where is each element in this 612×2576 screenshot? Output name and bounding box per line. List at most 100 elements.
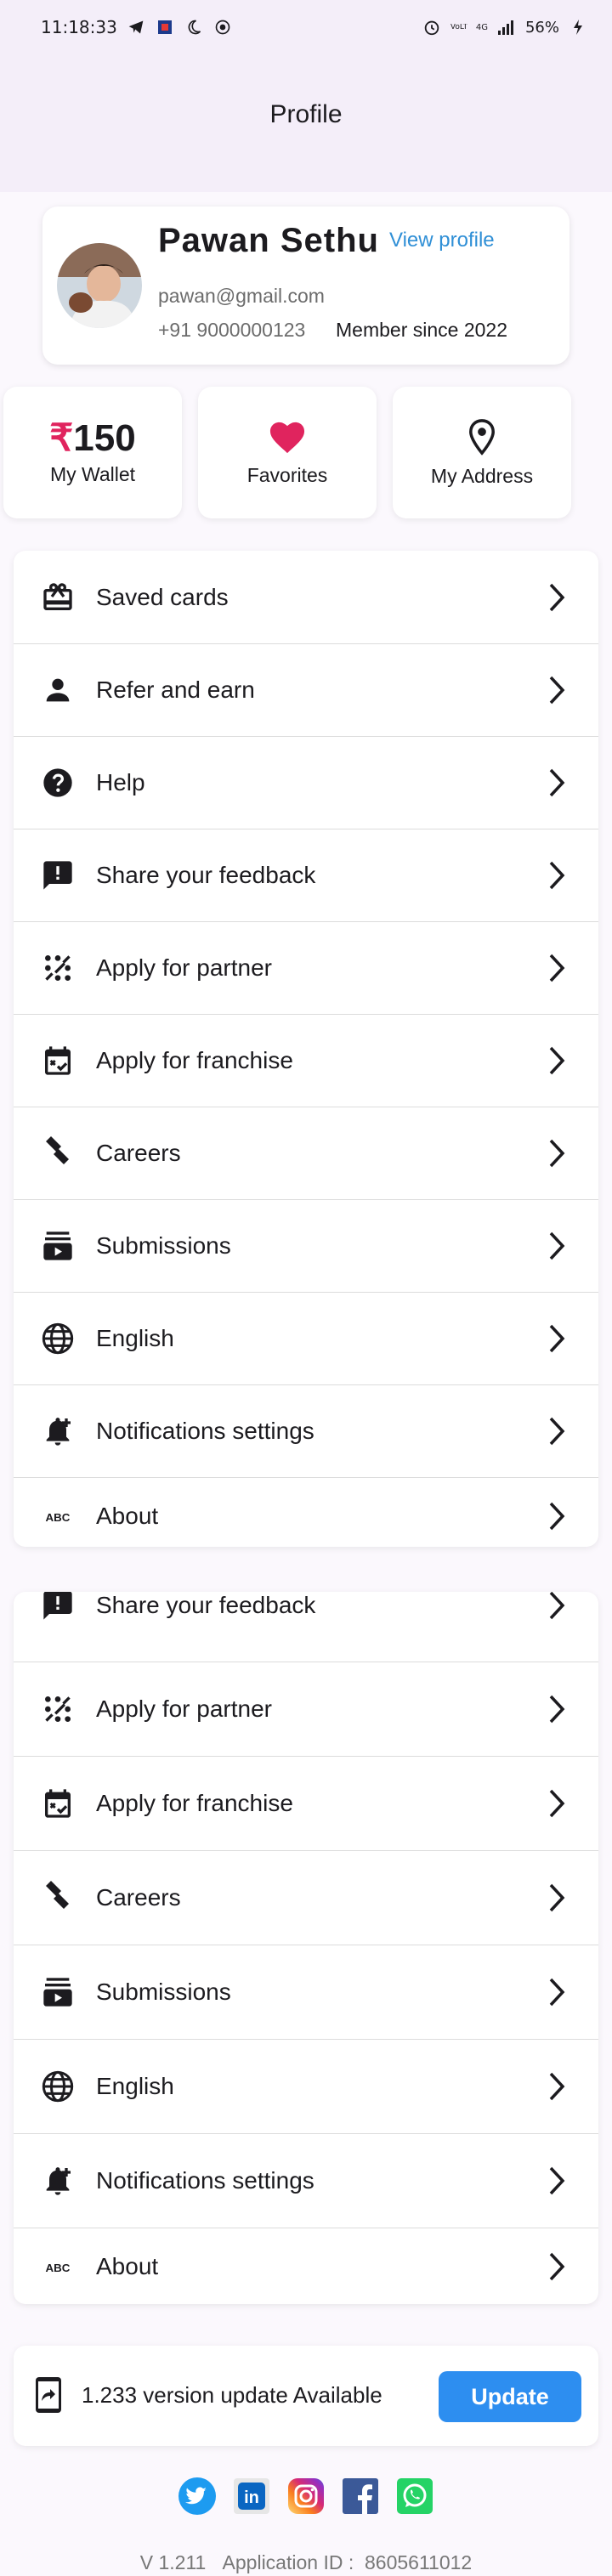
menu-card-secondary: Share your feedback Apply for partner Appl…: [14, 1592, 598, 2304]
chevron-right-icon: [544, 1592, 570, 1622]
menu-item-label: Refer and earn: [96, 677, 255, 703]
menu-item-label: Saved cards: [96, 583, 229, 610]
address-label: My Address: [430, 464, 534, 487]
menu-item-help[interactable]: Help: [14, 737, 598, 829]
svg-text:in: in: [244, 2488, 259, 2507]
menu-item-label: Notifications settings: [96, 1418, 314, 1444]
app-icon: [155, 17, 175, 37]
menu-item-notifications-settings[interactable]: Notifications settings: [14, 2134, 598, 2228]
menu-item-label: Apply for partner: [96, 1696, 272, 1722]
instagram-icon[interactable]: [286, 2477, 326, 2516]
menu-item-label: Submissions: [96, 1979, 231, 2005]
chevron-right-icon: [544, 1881, 570, 1915]
update-card: 1.233 version update Available Update: [14, 2346, 598, 2446]
menu-item-label: Apply for franchise: [96, 1790, 293, 1816]
location-pin-icon: [467, 418, 497, 460]
favorites-card[interactable]: Favorites: [198, 387, 377, 518]
app-bar: Profile: [0, 54, 612, 192]
app-version: V 1.211: [139, 2551, 207, 2573]
linkedin-icon[interactable]: in: [232, 2477, 271, 2516]
menu-item-label: Submissions: [96, 1232, 231, 1259]
wallet-value: 150: [73, 417, 136, 459]
svg-text:ABC: ABC: [46, 1510, 71, 1523]
help-icon: [39, 764, 76, 801]
whatsapp-icon[interactable]: [395, 2477, 434, 2516]
subscriptions-icon: [39, 1227, 76, 1265]
profile-phone: +91 9000000123: [158, 319, 306, 341]
menu-item-label: Apply for partner: [96, 954, 272, 981]
target-icon: [212, 17, 233, 37]
menu-item-notifications-settings[interactable]: Notifications settings: [14, 1385, 598, 1478]
chevron-right-icon: [544, 1975, 570, 2009]
signal-icon: [496, 17, 517, 37]
chevron-right-icon: [544, 580, 570, 614]
svg-text:ABC: ABC: [46, 2261, 71, 2273]
menu-item-share-your-feedback[interactable]: Share your feedback: [14, 829, 598, 922]
menu-item-refer-and-earn[interactable]: Refer and earn: [14, 644, 598, 737]
menu-item-saved-cards[interactable]: Saved cards: [14, 551, 598, 644]
bell-add-icon: [39, 2162, 76, 2200]
heart-icon: [268, 419, 307, 459]
update-button[interactable]: Update: [439, 2371, 581, 2422]
menu-item-label: Share your feedback: [96, 1592, 316, 1618]
volte-label: VoLTE: [450, 23, 468, 31]
menu-item-apply-for-franchise[interactable]: Apply for franchise: [14, 1757, 598, 1851]
chevron-right-icon: [544, 1044, 570, 1078]
globe-icon: [39, 2068, 76, 2105]
application-id-label: Application ID :: [222, 2551, 354, 2573]
avatar[interactable]: [57, 243, 142, 328]
telegram-icon: [126, 17, 146, 37]
menu-item-label: About: [96, 1502, 159, 1529]
view-profile-link[interactable]: View profile: [389, 229, 495, 252]
member-since: Member since 2022: [336, 319, 507, 341]
profile-email: pawan@gmail.com: [158, 285, 325, 307]
facebook-icon[interactable]: [341, 2477, 380, 2516]
chevron-right-icon: [544, 1229, 570, 1263]
page-title: Profile: [269, 100, 343, 128]
menu-item-apply-for-franchise[interactable]: Apply for franchise: [14, 1015, 598, 1107]
menu-item-label: English: [96, 1325, 174, 1351]
subscriptions-icon: [39, 1973, 76, 2011]
menu-item-about[interactable]: ABC About: [14, 1478, 598, 1547]
status-bar: 11:18:33 VoLTE 4G 56%: [0, 0, 612, 54]
alarm-icon: [422, 17, 442, 37]
partner-icon: [39, 1690, 76, 1728]
feedback-icon: [39, 857, 76, 894]
address-card[interactable]: My Address: [393, 387, 571, 518]
profile-card: Pawan Sethu View profile pawan@gmail.com…: [42, 207, 570, 365]
menu-item-label: Share your feedback: [96, 862, 316, 888]
chevron-right-icon: [544, 766, 570, 800]
charging-icon: [568, 17, 588, 37]
menu-item-about[interactable]: ABC About: [14, 2228, 598, 2304]
menu-item-careers[interactable]: Careers: [14, 1851, 598, 1945]
careers-icon: [39, 1135, 76, 1172]
menu-item-apply-for-partner[interactable]: Apply for partner: [14, 922, 598, 1015]
calendar-check-icon: [39, 1042, 76, 1079]
twitter-icon[interactable]: [178, 2477, 217, 2516]
menu-item-english[interactable]: English: [14, 1293, 598, 1385]
menu-item-label: English: [96, 2073, 174, 2099]
gift-card-icon: [39, 579, 76, 616]
menu-item-submissions[interactable]: Submissions: [14, 1200, 598, 1293]
menu-item-submissions[interactable]: Submissions: [14, 1945, 598, 2040]
footer: V 1.211 Application ID : 8605611012: [0, 2551, 612, 2574]
menu-item-careers[interactable]: Careers: [14, 1107, 598, 1200]
update-message: 1.233 version update Available: [82, 2382, 382, 2408]
chevron-right-icon: [544, 2250, 570, 2284]
menu-item-label: Careers: [96, 1140, 181, 1166]
chevron-right-icon: [544, 1136, 570, 1170]
moon-icon: [184, 17, 204, 37]
menu-item-label: About: [96, 2252, 159, 2279]
menu-item-share-your-feedback[interactable]: Share your feedback: [14, 1592, 598, 1662]
currency-symbol: ₹: [49, 417, 74, 459]
menu-item-apply-for-partner[interactable]: Apply for partner: [14, 1662, 598, 1757]
menu-item-label: Careers: [96, 1884, 181, 1911]
wallet-amount: ₹150: [49, 419, 135, 458]
status-time: 11:18:33: [41, 17, 117, 37]
social-links: in: [0, 2477, 612, 2516]
update-phone-icon: [29, 2375, 68, 2415]
bell-add-icon: [39, 1413, 76, 1450]
menu-item-english[interactable]: English: [14, 2040, 598, 2134]
wallet-card[interactable]: ₹150 My Wallet: [3, 387, 182, 518]
chevron-right-icon: [544, 951, 570, 985]
